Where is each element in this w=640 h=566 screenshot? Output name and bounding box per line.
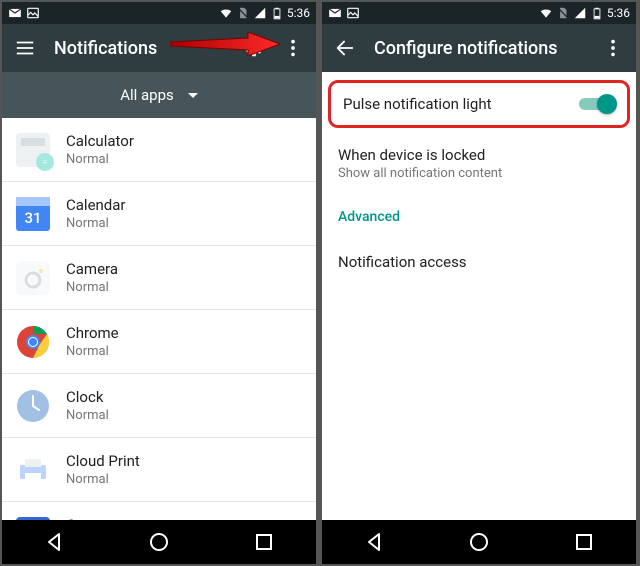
notification-access-row[interactable]: Notification access [322,239,636,285]
settings-content: Pulse notification light When device is … [322,72,636,520]
gear-icon[interactable] [242,37,264,59]
pulse-toggle[interactable] [579,95,615,113]
cloud-print-icon [16,453,50,487]
list-item[interactable]: ContactsNormal [2,502,316,520]
status-bar: 5:36 [2,2,316,24]
list-item[interactable]: ChromeNormal [2,310,316,374]
list-item[interactable]: ClockNormal [2,374,316,438]
contacts-icon [16,517,50,521]
no-sim-icon [556,6,570,20]
page-title: Configure notifications [374,38,584,59]
app-bar: Notifications [2,24,316,72]
list-item[interactable]: Cloud PrintNormal [2,438,316,502]
home-button[interactable] [467,530,491,554]
image-icon [346,6,360,20]
phone-left: 5:36 Notifications All apps = Calculator… [2,2,316,564]
camera-icon [16,261,50,295]
phone-right: 5:36 Configure notifications Pulse notif… [322,2,636,564]
signal-icon [253,6,267,20]
battery-icon [590,6,604,20]
setting-label: Pulse notification light [343,95,579,113]
status-time: 5:36 [287,6,310,20]
recent-button[interactable] [252,530,276,554]
app-bar: Configure notifications [322,24,636,72]
list-item[interactable]: CameraNormal [2,246,316,310]
gmail-icon [8,6,22,20]
recent-button[interactable] [572,530,596,554]
list-item[interactable]: = CalculatorNormal [2,118,316,182]
when-locked-row[interactable]: When device is locked Show all notificat… [322,132,636,195]
calculator-icon: = [16,133,50,167]
menu-icon[interactable] [14,37,36,59]
app-filter-spinner[interactable]: All apps [2,72,316,118]
page-title: Notifications [54,38,224,59]
status-bar: 5:36 [322,2,636,24]
setting-label: Notification access [338,253,620,271]
image-icon [26,6,40,20]
clock-icon [16,389,50,423]
nav-bar [322,520,636,564]
app-list[interactable]: = CalculatorNormal 31 CalendarNormal Cam… [2,118,316,520]
filter-label: All apps [120,86,174,104]
back-button[interactable] [42,530,66,554]
home-button[interactable] [147,530,171,554]
advanced-header: Advanced [322,195,636,239]
battery-icon [270,6,284,20]
overflow-icon[interactable] [282,37,304,59]
overflow-icon[interactable] [602,37,624,59]
pulse-notification-row[interactable]: Pulse notification light [328,80,630,128]
no-sim-icon [236,6,250,20]
back-button[interactable] [362,530,386,554]
wifi-icon [219,6,233,20]
dropdown-icon [188,93,198,98]
list-item[interactable]: 31 CalendarNormal [2,182,316,246]
svg-text:=: = [43,158,48,168]
calendar-icon: 31 [16,197,50,231]
gmail-icon [328,6,342,20]
status-time: 5:36 [607,6,630,20]
back-arrow-icon[interactable] [334,37,356,59]
signal-icon [573,6,587,20]
setting-sub: Show all notification content [338,166,620,181]
nav-bar [2,520,316,564]
wifi-icon [539,6,553,20]
setting-label: When device is locked [338,146,620,164]
chrome-icon [16,325,50,359]
svg-text:31: 31 [24,209,41,227]
